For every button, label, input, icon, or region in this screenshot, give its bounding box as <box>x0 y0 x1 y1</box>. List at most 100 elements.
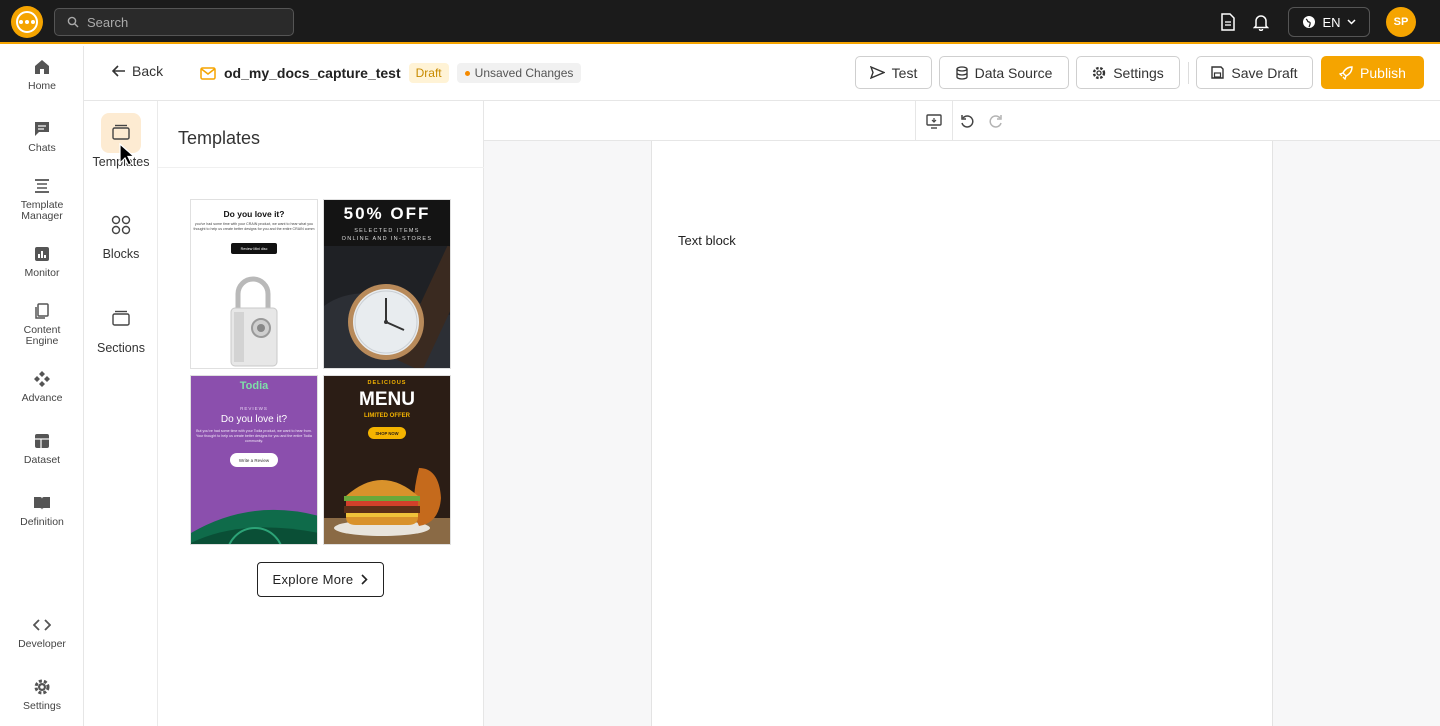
template-line-2: ONLINE AND IN-STORES <box>341 236 433 242</box>
document-title: od_my_docs_capture_test Draft Unsaved Ch… <box>200 63 582 83</box>
data-source-button[interactable]: Data Source <box>939 56 1069 89</box>
nav-item-definition[interactable]: Definition <box>0 494 84 528</box>
rail-item-blocks[interactable]: Blocks <box>84 205 158 261</box>
nav-label: Home <box>27 80 56 92</box>
template-card-menu[interactable]: DELICIOUS MENU LIMITED OFFER SHOP NOW <box>323 375 451 545</box>
save-draft-button[interactable]: Save Draft <box>1196 56 1313 89</box>
burger-image <box>324 468 450 544</box>
nav-item-dataset[interactable]: Dataset <box>0 432 84 466</box>
template-heading: Do you love it? <box>220 414 288 425</box>
nav-item-chats[interactable]: Chats <box>0 120 84 154</box>
undo-icon[interactable] <box>957 111 977 131</box>
avatar[interactable]: SP <box>1386 7 1416 37</box>
rail-label: Blocks <box>102 247 140 261</box>
template-cta: Review Mini disc <box>231 243 277 254</box>
rocket-icon <box>1339 65 1353 80</box>
template-sub: LIMITED OFFER <box>364 413 410 419</box>
divider <box>158 167 484 168</box>
left-nav: Home Chats Template Manager Monitor Cont… <box>0 46 84 726</box>
nav-label: Definition <box>20 516 64 528</box>
redo-icon[interactable] <box>985 111 1005 131</box>
nav-item-home[interactable]: Home <box>0 58 84 92</box>
search-placeholder: Search <box>87 14 129 30</box>
send-icon <box>869 66 885 79</box>
nav-label: Chats <box>28 142 56 154</box>
editor-header: Back od_my_docs_capture_test Draft Unsav… <box>84 46 1440 101</box>
template-card-review-purple[interactable]: Todia REVIEWS Do you love it? But you've… <box>190 375 318 545</box>
publish-button[interactable]: Publish <box>1321 56 1424 89</box>
text-block[interactable]: Text block <box>678 233 736 248</box>
canvas-toolbar <box>484 101 1440 141</box>
rail-item-sections[interactable]: Sections <box>84 299 158 355</box>
template-cta: Write a Review <box>230 453 278 467</box>
mail-icon <box>200 66 216 80</box>
template-heading: MENU <box>359 389 415 410</box>
document-icon[interactable] <box>1218 12 1238 32</box>
sections-icon <box>112 310 130 326</box>
status-badge: Draft <box>408 63 449 83</box>
chevron-right-icon <box>361 574 369 585</box>
template-cta: SHOP NOW <box>368 427 406 439</box>
padlock-image <box>230 276 278 367</box>
template-card-review-white[interactable]: Do you love it? you've had some time wit… <box>190 199 318 369</box>
template-eyebrow: REVIEWS <box>240 406 268 411</box>
monitor-icon <box>35 247 49 261</box>
nav-item-advance[interactable]: Advance <box>0 370 84 404</box>
search-input[interactable]: Search <box>54 8 294 36</box>
arrow-left-icon <box>112 65 125 77</box>
divider <box>1188 62 1189 84</box>
leaf-image <box>191 509 317 544</box>
explore-more-label: Explore More <box>272 572 354 587</box>
settings-button[interactable]: Settings <box>1076 56 1180 89</box>
back-button[interactable]: Back <box>112 63 163 79</box>
nav-label: Content Engine <box>23 324 61 347</box>
test-label: Test <box>891 64 918 81</box>
nav-item-settings[interactable]: Settings <box>0 678 84 712</box>
email-canvas[interactable]: Text block <box>651 141 1273 726</box>
data-source-label: Data Source <box>974 64 1053 81</box>
template-heading: 50% OFF <box>343 204 431 223</box>
chat-icon <box>35 122 49 136</box>
divider <box>915 101 916 141</box>
top-bar: Search EN SP <box>0 0 1440 44</box>
templates-panel: Templates Do you love it? you've had som… <box>158 101 484 726</box>
language-selector[interactable]: EN <box>1288 7 1370 37</box>
unsaved-label: Unsaved Changes <box>474 66 574 80</box>
globe-icon <box>1303 16 1316 28</box>
rail-label: Sections <box>97 341 145 355</box>
template-card-watch-sale[interactable]: 50% OFF SELECTED ITEMS ONLINE AND IN-STO… <box>323 199 451 369</box>
gear-icon <box>1093 66 1106 79</box>
content-engine-icon <box>35 303 49 319</box>
test-button[interactable]: Test <box>855 56 932 89</box>
language-label: EN <box>1322 14 1341 30</box>
template-brand: Todia <box>239 380 269 392</box>
divider <box>952 101 953 141</box>
nav-item-template-manager[interactable]: Template Manager <box>0 177 84 222</box>
chevron-down-icon <box>1347 19 1356 25</box>
document-name: od_my_docs_capture_test <box>224 65 401 81</box>
nav-label: Developer <box>18 638 66 650</box>
database-icon <box>955 65 968 80</box>
nav-label: Advance <box>21 392 63 404</box>
nav-item-monitor[interactable]: Monitor <box>0 245 84 279</box>
templates-icon <box>112 124 130 140</box>
template-eyebrow: DELICIOUS <box>367 380 407 386</box>
desktop-preview-icon[interactable] <box>924 111 944 131</box>
mouse-cursor-icon <box>119 143 135 166</box>
settings-icon <box>34 679 50 695</box>
explore-more-button[interactable]: Explore More <box>257 562 384 597</box>
unsaved-changes-badge: Unsaved Changes <box>456 63 582 83</box>
bell-icon[interactable] <box>1251 12 1271 32</box>
app-logo[interactable] <box>11 6 43 38</box>
save-icon <box>1211 66 1225 79</box>
advance-icon <box>34 371 50 387</box>
watch-image <box>324 246 450 368</box>
publish-label: Publish <box>1360 64 1406 81</box>
template-line-1: SELECTED ITEMS <box>354 228 420 234</box>
definition-icon <box>34 497 50 510</box>
nav-item-developer[interactable]: Developer <box>0 616 84 650</box>
nav-label: Settings <box>23 700 61 712</box>
settings-label: Settings <box>1113 64 1164 81</box>
developer-icon <box>33 619 51 631</box>
nav-item-content-engine[interactable]: Content Engine <box>0 302 84 347</box>
